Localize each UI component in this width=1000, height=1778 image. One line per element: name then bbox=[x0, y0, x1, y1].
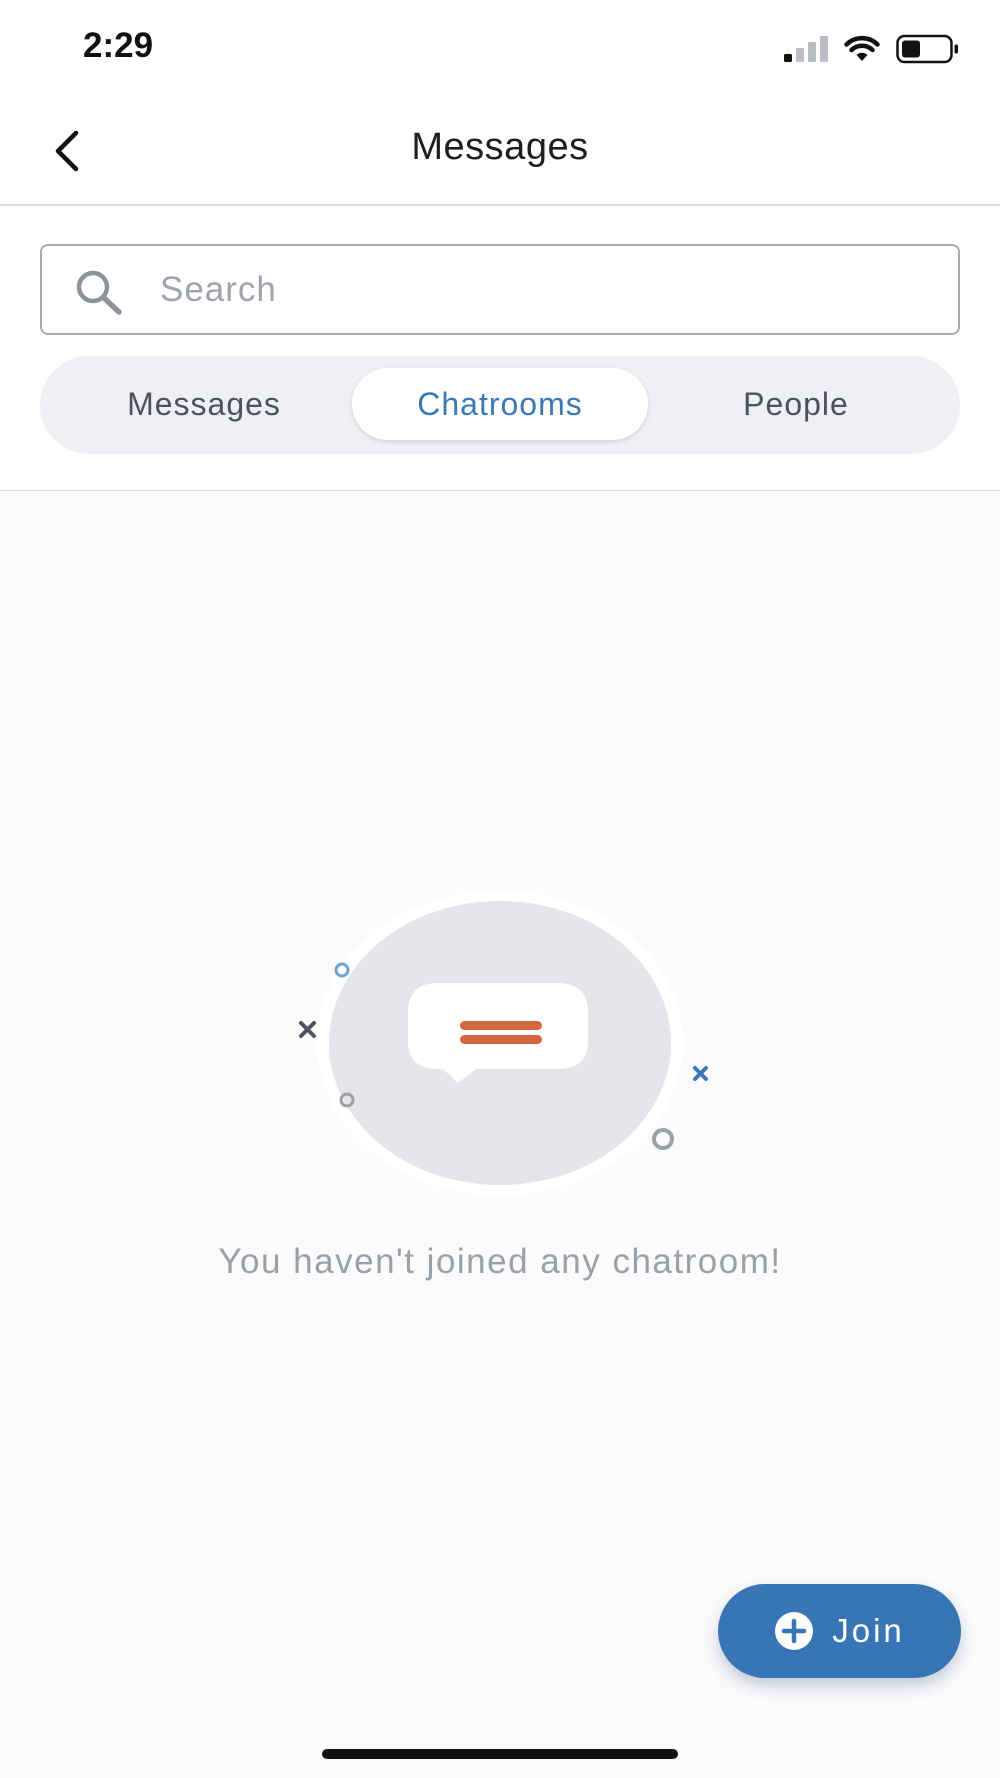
empty-state-message: You haven't joined any chatroom! bbox=[218, 1242, 782, 1281]
join-button-label: Join bbox=[832, 1612, 905, 1649]
join-button[interactable]: Join bbox=[718, 1584, 961, 1678]
empty-state-illustration bbox=[299, 891, 708, 1195]
status-icons bbox=[784, 34, 960, 64]
page-title: Messages bbox=[411, 126, 589, 168]
chat-bubble-icon bbox=[408, 983, 588, 1083]
tab-people[interactable]: People bbox=[648, 368, 944, 440]
status-bar: 2:29 bbox=[0, 0, 1000, 96]
home-indicator[interactable] bbox=[322, 1749, 678, 1759]
decor-cross-blue bbox=[693, 1066, 708, 1081]
battery-icon bbox=[896, 34, 958, 64]
tab-chatrooms[interactable]: Chatrooms bbox=[352, 368, 648, 440]
decor-cross-dark bbox=[299, 1021, 316, 1038]
status-time: 2:29 bbox=[83, 26, 154, 65]
decor-circle-gray bbox=[652, 1128, 674, 1150]
search-and-tabs-panel: Messages Chatrooms People bbox=[0, 206, 1000, 491]
cellular-signal-icon bbox=[784, 36, 828, 62]
tab-messages[interactable]: Messages bbox=[56, 368, 352, 440]
search-icon bbox=[76, 270, 122, 315]
search-box[interactable] bbox=[40, 244, 960, 335]
wifi-icon bbox=[844, 35, 880, 61]
nav-header: Messages bbox=[0, 96, 1000, 206]
search-input[interactable] bbox=[160, 246, 938, 333]
segmented-tabs: Messages Chatrooms People bbox=[40, 356, 960, 454]
plus-circle-icon bbox=[775, 1612, 814, 1650]
